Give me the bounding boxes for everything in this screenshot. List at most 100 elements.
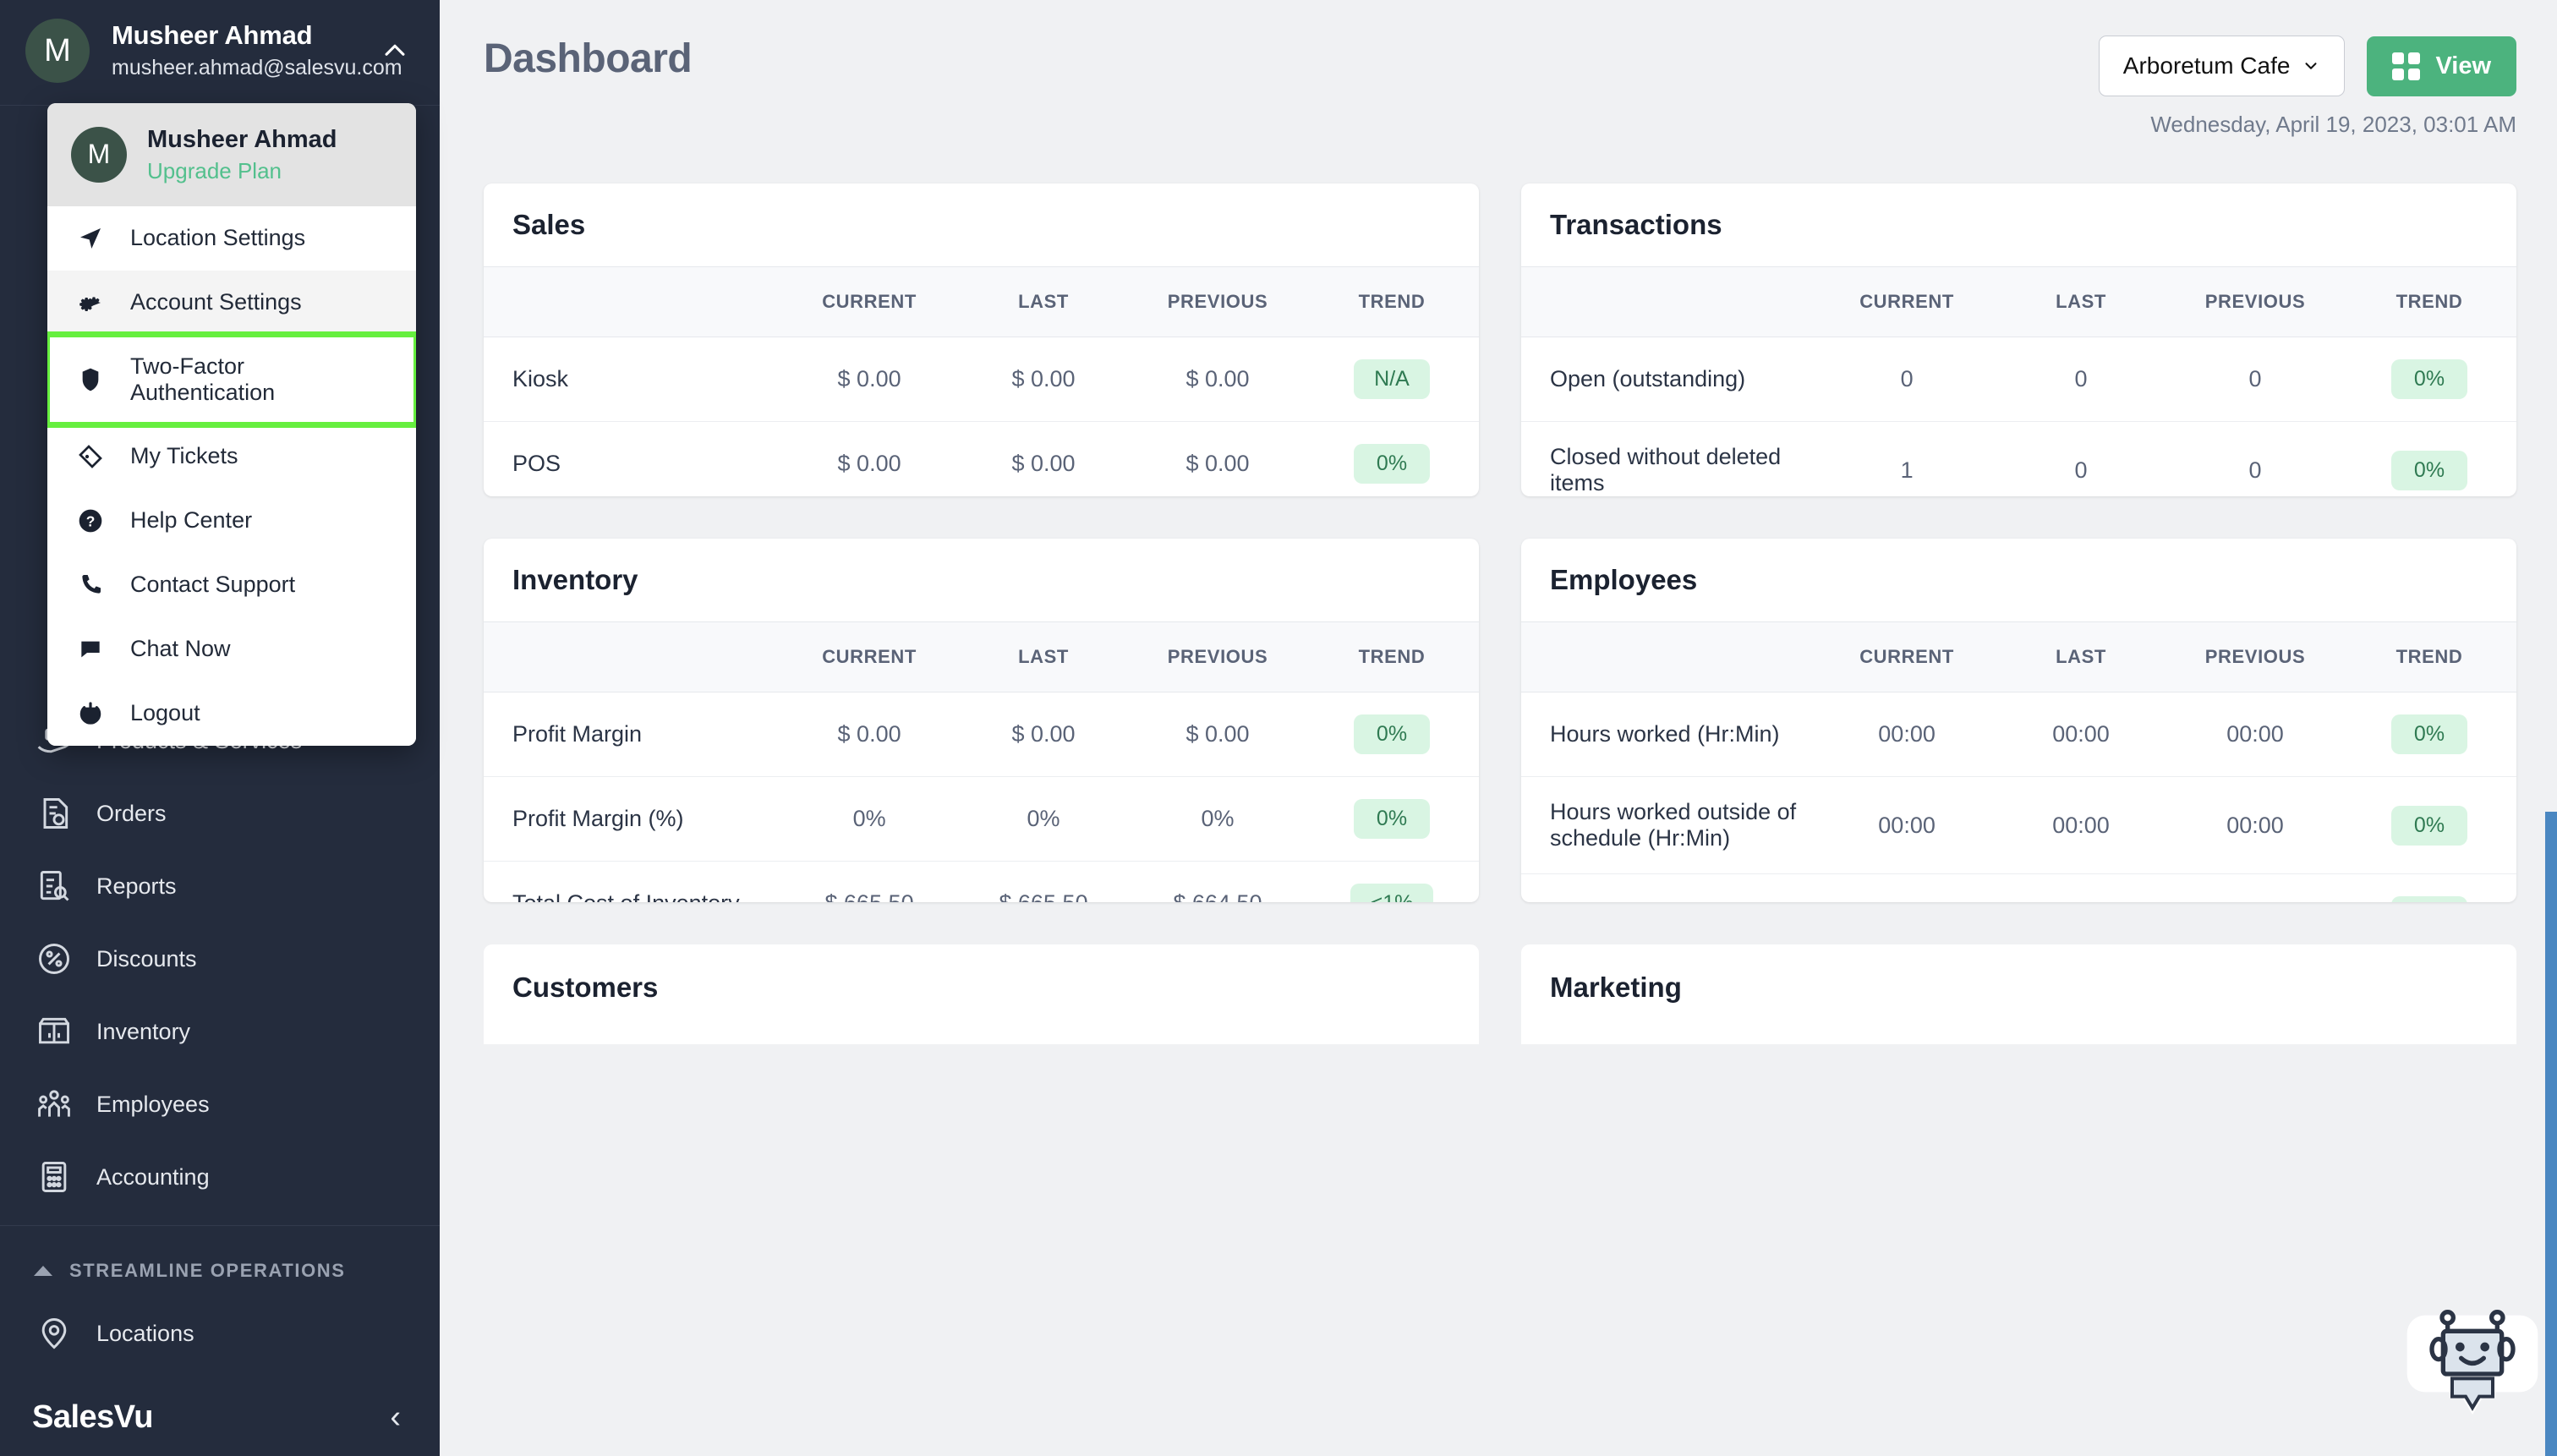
col-previous: PREVIOUS <box>1131 267 1305 337</box>
scrollbar-accent[interactable] <box>2545 812 2557 1456</box>
dropdown-item-label: Logout <box>130 700 200 726</box>
cell-previous: 0% <box>1131 777 1305 862</box>
col-last: LAST <box>956 622 1131 692</box>
robot-chat-icon[interactable] <box>2405 1290 2540 1417</box>
cell-current: 0% <box>782 777 956 862</box>
dropdown-item-label: Contact Support <box>130 572 295 598</box>
status-badge: 0% <box>2391 714 2467 754</box>
dropdown-item-contact-support[interactable]: Contact Support <box>47 553 416 617</box>
cell-previous: 00:00 <box>2168 692 2342 777</box>
dropdown-item-label: Chat Now <box>130 636 231 662</box>
profile-name: Musheer Ahmad <box>112 19 353 52</box>
topbar-right: Arboretum Cafe View Wednesday, April 19,… <box>2099 36 2516 138</box>
dashboard-cards-row-1: Sales CURRENT LAST PREVIOUS TREND Kiosk$… <box>484 183 2516 902</box>
timestamp: Wednesday, April 19, 2023, 03:01 AM <box>2150 112 2516 138</box>
sidebar-item-label: Reports <box>96 873 177 900</box>
row-label: POS <box>484 422 782 497</box>
upgrade-plan-link[interactable]: Upgrade Plan <box>147 158 337 184</box>
cell-last: $ 0.00 <box>956 337 1131 422</box>
sidebar-item-reports[interactable]: Reports <box>0 850 440 922</box>
status-badge: N/A <box>1354 359 1430 399</box>
card-inventory: Inventory CURRENT LAST PREVIOUS TREND Pr… <box>484 539 1479 902</box>
cell-last: $ 0.00 <box>956 422 1131 497</box>
card-title: Sales <box>484 183 1479 266</box>
dropdown-item-two-factor-authentication[interactable]: Two-Factor Authentication <box>47 335 416 424</box>
col-label <box>484 622 782 692</box>
dropdown-item-account-settings[interactable]: Account Settings <box>47 271 416 335</box>
chat-bubble-icon <box>73 636 108 663</box>
sidebar-footer: SalesVu ‹ <box>0 1378 440 1456</box>
cell-last: 0% <box>956 777 1131 862</box>
col-current: CURRENT <box>782 622 956 692</box>
row-label: Open (outstanding) <box>1521 337 1820 422</box>
table-row: Total Cost of Inventory$ 665.50$ 665.50$… <box>484 862 1479 903</box>
table-row: Open (outstanding)0000% <box>1521 337 2516 422</box>
cell-current: $ 0.00 <box>782 337 956 422</box>
table-row: Compensation$ 15,094.07$ 52,829.22$ 52,8… <box>1521 874 2516 903</box>
location-select[interactable]: Arboretum Cafe <box>2099 36 2346 96</box>
cell-trend: 0% <box>2342 337 2516 422</box>
col-current: CURRENT <box>1820 267 1994 337</box>
sidebar-profile[interactable]: M Musheer Ahmad musheer.ahmad@salesvu.co… <box>0 0 440 106</box>
status-badge: 0% <box>2391 896 2467 902</box>
sidebar-item-orders[interactable]: Orders <box>0 777 440 850</box>
sidebar-section-label: STREAMLINE OPERATIONS <box>69 1260 346 1282</box>
inventory-table: CURRENT LAST PREVIOUS TREND Profit Margi… <box>484 621 1479 902</box>
status-badge: 0% <box>1354 444 1430 484</box>
sidebar-item-locations[interactable]: Locations <box>0 1297 440 1370</box>
cell-previous: $ 0.00 <box>1131 422 1305 497</box>
dropdown-avatar: M <box>71 127 127 183</box>
sidebar-item-inventory[interactable]: Inventory <box>0 995 440 1068</box>
card-title: Inventory <box>484 539 1479 621</box>
col-label <box>1521 267 1820 337</box>
cell-previous: $ 664.50 <box>1131 862 1305 903</box>
cell-last: 00:00 <box>1994 777 2168 874</box>
sidebar-collapse-button[interactable]: ‹ <box>390 1401 401 1433</box>
cell-previous: 00:00 <box>2168 777 2342 874</box>
status-badge: 0% <box>2391 451 2467 490</box>
chevron-up-icon[interactable] <box>375 36 414 65</box>
status-badge: 0% <box>2391 359 2467 399</box>
col-previous: PREVIOUS <box>2168 267 2342 337</box>
sidebar-item-employees[interactable]: Employees <box>0 1068 440 1141</box>
brand-logo: SalesVu <box>32 1399 153 1436</box>
page-title: Dashboard <box>484 36 692 82</box>
col-label <box>1521 622 1820 692</box>
cell-trend: <1% <box>1305 862 1479 903</box>
shield-icon <box>73 366 108 393</box>
dropdown-item-my-tickets[interactable]: My Tickets <box>47 424 416 489</box>
col-current: CURRENT <box>782 267 956 337</box>
navigation-arrow-icon <box>73 225 108 252</box>
cell-current: 1 <box>1820 422 1994 497</box>
sidebar-item-dynamic-catalogs[interactable]: Dynamic Catalogs <box>0 1370 440 1378</box>
dropdown-item-logout[interactable]: Logout <box>47 681 416 746</box>
transactions-table: CURRENT LAST PREVIOUS TREND Open (outsta… <box>1521 266 2516 496</box>
view-button[interactable]: View <box>2367 36 2516 96</box>
dropdown-item-help-center[interactable]: ? Help Center <box>47 489 416 553</box>
row-label: Profit Margin (%) <box>484 777 782 862</box>
cell-trend: 0% <box>2342 874 2516 903</box>
svg-text:?: ? <box>86 512 96 529</box>
col-trend: TREND <box>1305 267 1479 337</box>
dropdown-item-label: Two-Factor Authentication <box>130 353 391 406</box>
sidebar-item-discounts[interactable]: Discounts <box>0 922 440 995</box>
dropdown-user-name: Musheer Ahmad <box>147 125 337 155</box>
employees-group-icon <box>34 1084 74 1125</box>
dropdown-item-location-settings[interactable]: Location Settings <box>47 206 416 271</box>
dropdown-header[interactable]: M Musheer Ahmad Upgrade Plan <box>47 103 416 206</box>
power-icon <box>73 700 108 727</box>
cell-last: 00:00 <box>1994 692 2168 777</box>
app-root: M Musheer Ahmad musheer.ahmad@salesvu.co… <box>0 0 2557 1456</box>
sidebar-item-accounting[interactable]: Accounting <box>0 1141 440 1213</box>
col-trend: TREND <box>2342 622 2516 692</box>
sidebar-section-streamline-operations[interactable]: STREAMLINE OPERATIONS <box>0 1238 440 1297</box>
col-last: LAST <box>1994 267 2168 337</box>
dropdown-item-chat-now[interactable]: Chat Now <box>47 617 416 681</box>
row-label: Total Cost of Inventory <box>484 862 782 903</box>
sidebar-item-label: Accounting <box>96 1164 210 1191</box>
percent-badge-icon <box>34 939 74 979</box>
table-row: POS$ 0.00$ 0.00$ 0.000% <box>484 422 1479 497</box>
sales-table: CURRENT LAST PREVIOUS TREND Kiosk$ 0.00$… <box>484 266 1479 496</box>
sidebar-item-label: Locations <box>96 1321 194 1347</box>
question-circle-icon: ? <box>73 507 108 534</box>
